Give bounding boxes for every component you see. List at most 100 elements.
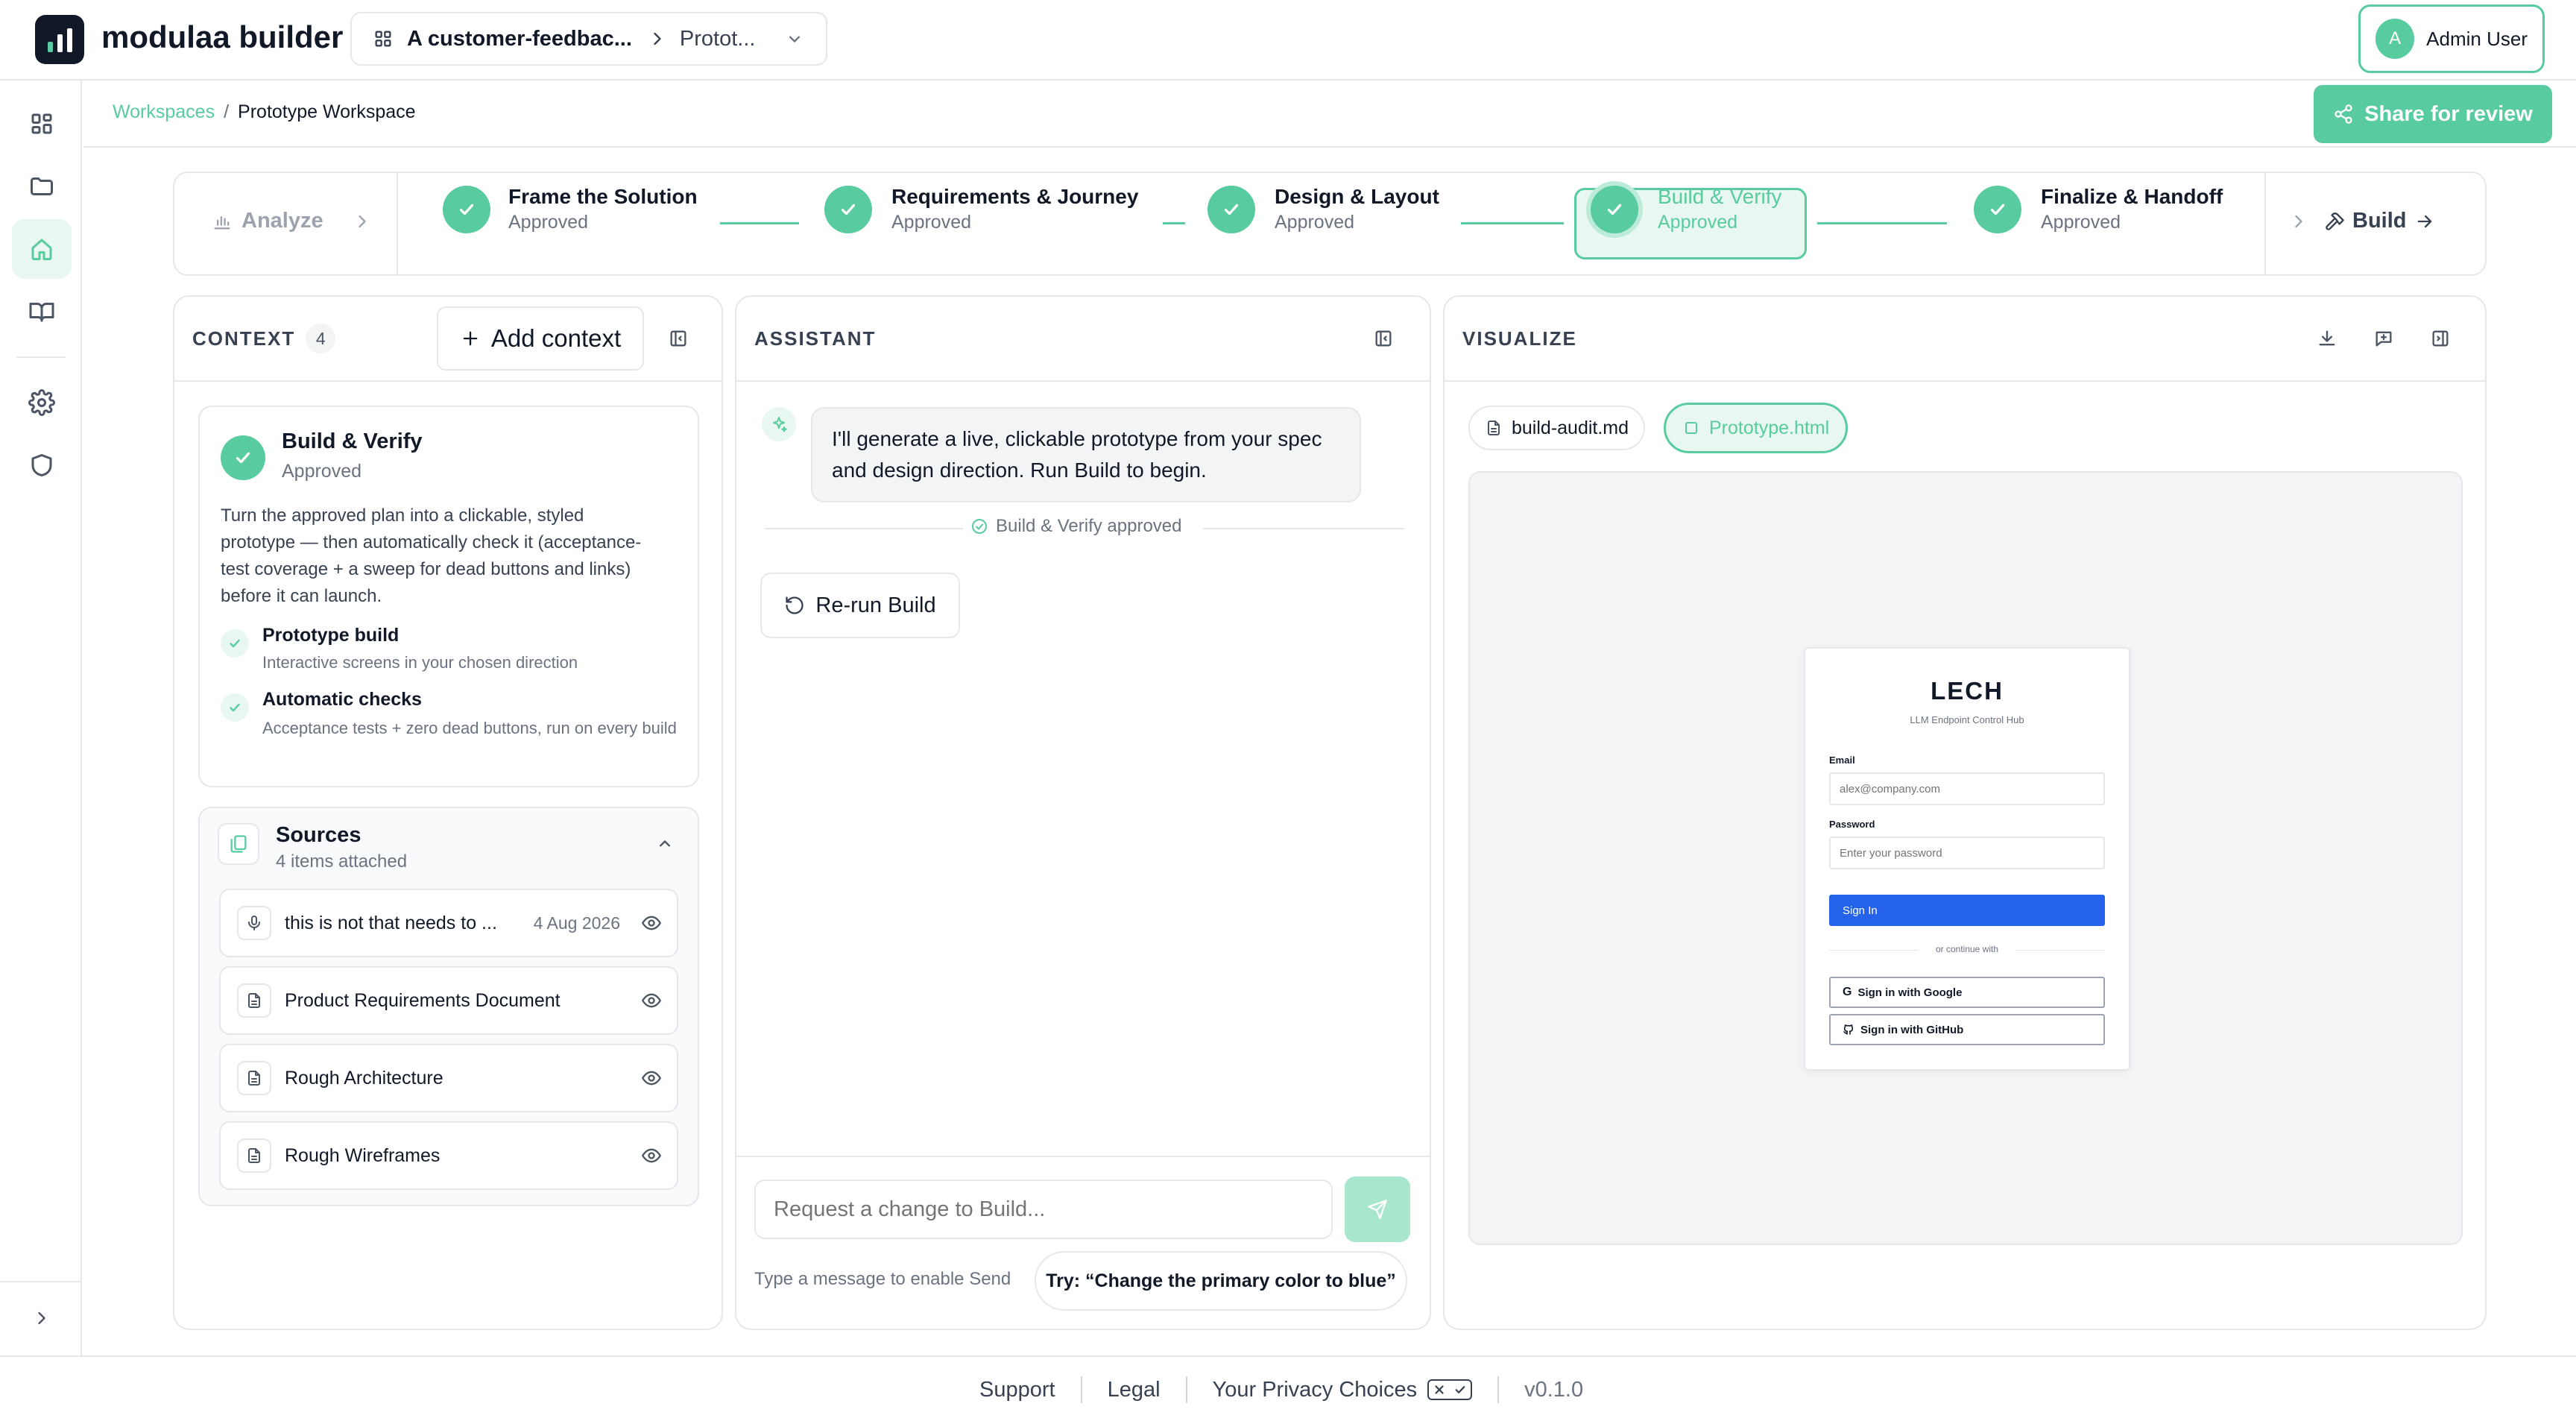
document-icon [237,1138,271,1173]
support-link[interactable]: Support [979,1378,1055,1402]
step-finalize-handoff[interactable]: Finalize & Handoff Approved [1974,185,2223,233]
download-button[interactable] [2317,328,2337,349]
sources-header[interactable] [200,808,698,883]
eye-icon[interactable] [641,913,662,933]
send-icon [1368,1200,1387,1219]
source-name: this is not that needs to ... [285,912,497,933]
collapse-assistant-button[interactable] [1373,328,1394,349]
send-button[interactable] [1345,1176,1410,1242]
sign-in-label: Sign In [1843,904,1878,917]
rerun-build-button[interactable]: Re-run Build [760,573,960,638]
chevron-right-icon [358,215,366,227]
step-requirements-journey[interactable]: Requirements & Journey Approved [824,185,1138,233]
footer-links: Support Legal Your Privacy Choices v0.1.… [979,1376,1583,1403]
eye-icon[interactable] [641,990,662,1011]
email-field[interactable] [1829,772,2105,805]
visualize-heading: VISUALIZE [1462,327,1577,350]
build-nav-button[interactable]: Build [2288,209,2435,233]
legal-link[interactable]: Legal [1108,1378,1161,1402]
square-icon [1685,422,1697,434]
check-circle-icon [1974,185,2021,233]
step-frame-solution[interactable]: Frame the Solution Approved [443,185,698,233]
eye-icon[interactable] [641,1068,662,1089]
collapse-visualize-button[interactable] [2430,328,2451,349]
sidebar-item-docs[interactable] [19,289,64,334]
share-icon [2334,104,2352,124]
source-item[interactable]: Rough Wireframes [219,1121,678,1190]
analyze-nav-button[interactable]: Analyze [212,209,373,233]
sign-in-google-button[interactable]: G Sign in with Google [1829,977,2105,1008]
logo-bar [57,34,63,52]
sources-collapse-toggle[interactable] [654,834,675,854]
tab-build-audit[interactable]: build-audit.md [1468,406,1646,450]
check-circle-icon [443,185,490,233]
tab-prototype-html[interactable]: Prototype.html [1664,403,1849,453]
step-title: Design & Layout [1275,185,1439,208]
footer-separator [1185,1376,1187,1403]
email-label: Email [1829,755,1855,766]
privacy-choices-link[interactable]: Your Privacy Choices [1213,1378,1418,1402]
sidebar-item-security[interactable] [19,443,64,488]
source-item[interactable]: Product Requirements Document [219,966,678,1035]
sign-in-github-button[interactable]: Sign in with GitHub [1829,1014,2105,1045]
app-logo[interactable] [35,15,84,64]
password-field[interactable] [1829,837,2105,869]
login-title: LECH [1931,677,2004,705]
app-version: v0.1.0 [1524,1377,1584,1402]
add-context-button[interactable]: Add context [437,306,644,371]
context-count-badge: 4 [306,324,336,353]
phase-card: Build & Verify Approved Turn the approve… [198,406,699,787]
step-title: Finalize & Handoff [2041,185,2223,208]
step-design-layout[interactable]: Design & Layout Approved [1208,185,1439,233]
footer-separator [1497,1376,1500,1403]
context-heading: CONTEXT [192,327,296,350]
panel-expand-icon [2432,330,2449,347]
sidebar-item-dashboard[interactable] [19,101,64,146]
divider-line [765,528,963,529]
suggestion-chip-text: Try: “Change the primary color to blue” [1046,1270,1396,1291]
message-plus-icon [2375,331,2392,347]
sidebar-item-folders[interactable] [19,164,64,209]
change-request-input[interactable] [754,1179,1333,1239]
step-build-verify[interactable]: Build & Verify Approved [1591,185,1782,233]
source-item[interactable]: Rough Architecture [219,1044,678,1112]
footer-separator [1080,1376,1082,1403]
sidebar-expand-button[interactable] [19,1296,64,1341]
project-switcher[interactable]: A customer-feedbac... Protot... [350,12,827,66]
sidebar-item-settings[interactable] [19,380,64,425]
google-label: Sign in with Google [1857,986,1963,999]
sign-in-button[interactable]: Sign In [1829,895,2105,926]
share-for-review-button[interactable]: Share for review [2314,85,2552,143]
panel-collapse-icon [670,330,686,347]
assistant-message-bubble: I'll generate a live, clickable prototyp… [811,407,1361,503]
assistant-message-text: I'll generate a live, clickable prototyp… [832,427,1322,482]
arrow-right-icon [2417,215,2431,227]
chevron-up-icon [660,840,670,847]
check-circle-outline-icon [972,519,987,534]
suggestion-chip[interactable]: Try: “Change the primary color to blue” [1035,1251,1407,1311]
user-menu[interactable]: A Admin User [2358,4,2545,73]
book-open-icon [29,303,54,322]
step-title: Requirements & Journey [891,185,1139,208]
source-item[interactable]: this is not that needs to ... 4 Aug 2026 [219,889,678,957]
sidebar-item-home[interactable] [12,219,72,279]
chevron-right-icon [647,28,668,49]
gear-icon [28,389,55,416]
source-date: 4 Aug 2026 [533,913,620,933]
breadcrumb-workspaces-link[interactable]: Workspaces [113,101,215,123]
step-status: Approved [1658,212,1738,233]
avatar: A [2375,19,2415,59]
google-icon: G [1843,986,1852,998]
sources-subtitle: 4 items attached [276,851,408,872]
chevron-right-icon [2295,215,2302,227]
eye-icon[interactable] [641,1145,662,1166]
phase-card-status: Approved [282,461,362,482]
check-icon [221,629,249,658]
panel-collapse-icon [1375,330,1392,347]
document-icon [237,1061,271,1095]
shield-icon [31,454,52,476]
or-continue-with: or continue with [1935,944,1999,954]
stepper-divider [397,173,398,274]
add-comment-button[interactable] [2373,328,2394,349]
collapse-context-button[interactable] [668,328,689,349]
